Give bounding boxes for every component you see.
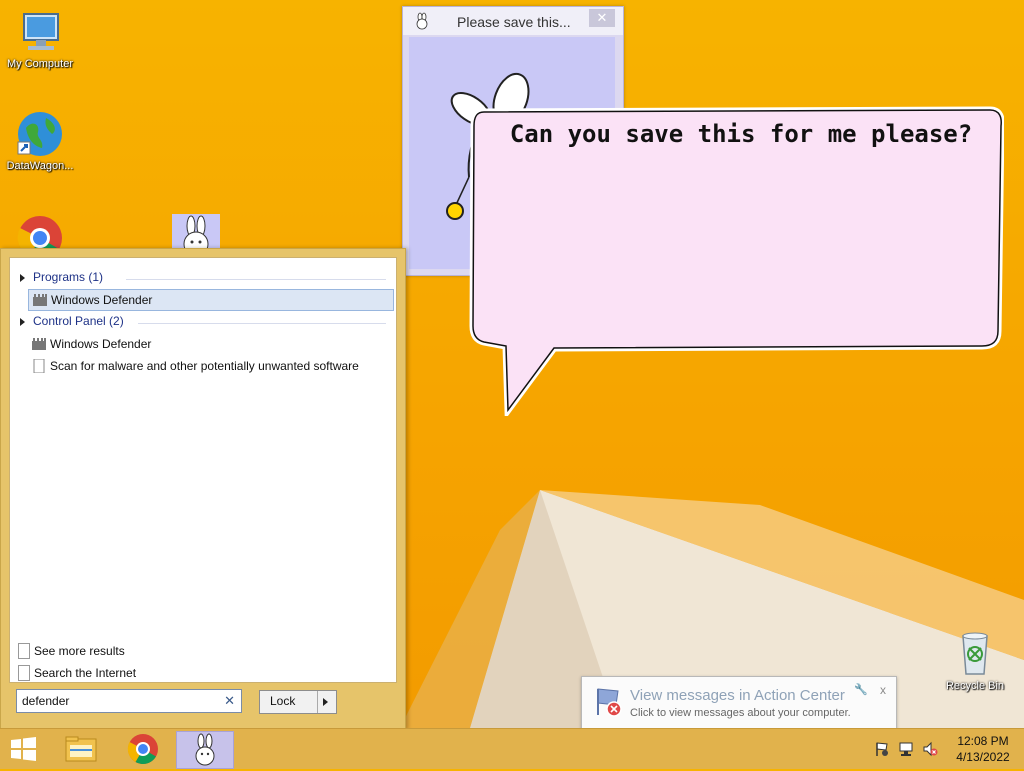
- desktop: My Computer DataWagon... Recycle Bin Ple…: [0, 0, 1024, 728]
- search-result-item[interactable]: Windows Defender: [28, 289, 394, 311]
- windows-logo-icon: [11, 737, 36, 761]
- lock-button-label: Lock: [270, 694, 296, 708]
- bunny-window-close-button[interactable]: ✕: [589, 9, 615, 27]
- windows-defender-icon: [33, 293, 47, 307]
- start-button[interactable]: [0, 731, 46, 767]
- expand-arrow-icon: [20, 317, 25, 326]
- lock-button-divider: [317, 691, 318, 713]
- document-icon: [32, 358, 46, 374]
- computer-icon: [16, 8, 64, 56]
- desktop-icon-datawagon[interactable]: DataWagon...: [0, 110, 80, 172]
- action-center-flag-icon: [592, 685, 624, 717]
- group-header-programs[interactable]: Programs (1): [20, 270, 386, 288]
- group-header-control-panel[interactable]: Control Panel (2): [20, 314, 386, 332]
- search-result-item[interactable]: Windows Defender: [28, 334, 392, 354]
- folder-icon: [65, 736, 97, 762]
- balloon-title: View messages in Action Center: [630, 687, 845, 704]
- action-center-balloon[interactable]: View messages in Action Center Click to …: [581, 676, 897, 728]
- see-more-results-link[interactable]: See more results: [18, 642, 218, 660]
- search-results: Programs (1) Windows Defender Control Pa…: [9, 257, 397, 683]
- globe-icon: [16, 110, 64, 158]
- clear-search-icon[interactable]: ✕: [224, 693, 235, 709]
- speech-bubble-text: Can you save this for me please?: [509, 120, 973, 148]
- desktop-icon-label: Recycle Bin: [945, 680, 1005, 692]
- recycle-bin-icon: [951, 630, 999, 678]
- bunny-window-title: Please save this...: [457, 14, 571, 30]
- group-header-label: Control Panel (2): [33, 314, 124, 328]
- network-icon[interactable]: [898, 741, 914, 757]
- taskbar-chrome[interactable]: [120, 731, 166, 767]
- speech-bubble: [469, 106, 1004, 416]
- search-internet-label: Search the Internet: [34, 666, 137, 680]
- taskbar-clock[interactable]: 12:08 PM 4/13/2022: [950, 733, 1016, 765]
- search-result-item[interactable]: Scan for malware and other potentially u…: [28, 356, 392, 376]
- search-input[interactable]: [22, 692, 212, 710]
- start-search-box[interactable]: ✕: [16, 689, 242, 713]
- balloon-subtitle: Click to view messages about your comput…: [630, 707, 851, 719]
- desktop-icon-my-computer[interactable]: My Computer: [0, 8, 80, 70]
- taskbar-file-explorer[interactable]: [58, 731, 104, 767]
- bunny-icon: [195, 733, 215, 766]
- chrome-icon: [127, 734, 158, 765]
- lock-button[interactable]: Lock: [259, 690, 337, 714]
- search-result-label: Windows Defender: [51, 293, 153, 307]
- search-result-label: Scan for malware and other potentially u…: [50, 359, 359, 373]
- expand-arrow-icon: [20, 273, 25, 282]
- clock-date: 4/13/2022: [956, 750, 1010, 764]
- desktop-icon-label: DataWagon...: [6, 160, 74, 172]
- document-icon: [18, 643, 30, 659]
- group-divider: [126, 279, 386, 280]
- balloon-close-button[interactable]: x: [880, 683, 886, 697]
- search-internet-link[interactable]: Search the Internet: [18, 664, 218, 682]
- clock-time: 12:08 PM: [957, 734, 1009, 748]
- volume-muted-icon[interactable]: [922, 741, 938, 757]
- document-icon: [18, 665, 30, 681]
- bunny-window-titlebar[interactable]: Please save this... ✕: [403, 7, 623, 35]
- taskbar: 12:08 PM 4/13/2022: [0, 728, 1024, 769]
- wrench-icon[interactable]: 🔧: [854, 683, 868, 696]
- start-search-panel: Programs (1) Windows Defender Control Pa…: [0, 248, 406, 728]
- group-divider: [138, 323, 386, 324]
- windows-defender-icon: [32, 337, 46, 351]
- search-result-label: Windows Defender: [50, 337, 152, 351]
- action-center-flag-icon[interactable]: [874, 741, 890, 757]
- desktop-icon-recycle-bin[interactable]: Recycle Bin: [935, 630, 1015, 692]
- see-more-label: See more results: [34, 644, 125, 658]
- power-options-arrow-icon[interactable]: [323, 698, 328, 706]
- bunny-icon: [413, 12, 431, 30]
- desktop-icon-label: My Computer: [6, 58, 74, 70]
- taskbar-bunny-app[interactable]: [176, 731, 234, 769]
- group-header-label: Programs (1): [33, 270, 104, 284]
